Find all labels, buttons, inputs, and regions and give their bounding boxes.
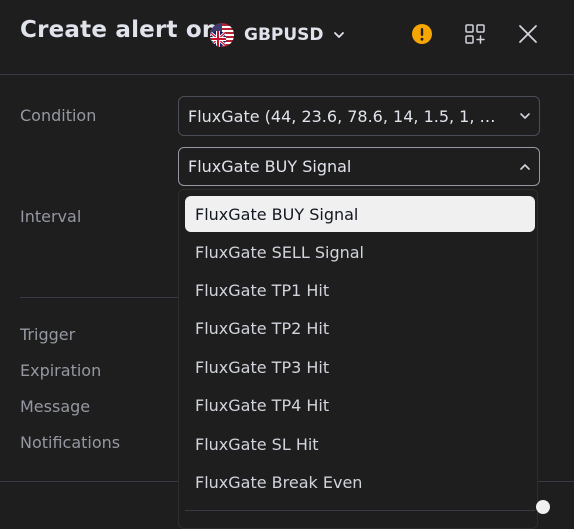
close-icon[interactable] <box>516 22 540 46</box>
signal-dropdown-list: FluxGate BUY Signal FluxGate SELL Signal… <box>178 189 538 529</box>
gb-us-flag-icon <box>210 23 234 47</box>
section-divider <box>20 297 180 298</box>
chevron-up-icon <box>511 160 539 174</box>
symbol-selector[interactable]: GBPUSD <box>210 22 346 48</box>
chevron-down-icon <box>332 28 346 42</box>
warning-icon[interactable] <box>410 22 434 46</box>
condition-select[interactable]: FluxGate (44, 23.6, 78.6, 14, 1.5, 1, 2,… <box>178 96 540 136</box>
add-widget-icon[interactable] <box>463 22 487 46</box>
dialog-header: Create alert on GBPUSD <box>0 0 574 74</box>
notifications-label: Notifications <box>20 433 121 452</box>
dropdown-option[interactable]: FluxGate TP3 Hit <box>185 349 535 385</box>
trigger-label: Trigger <box>20 325 76 344</box>
message-label: Message <box>20 397 91 416</box>
dropdown-option[interactable]: FluxGate TP4 Hit <box>185 387 535 423</box>
chevron-down-icon <box>511 109 539 123</box>
dropdown-option[interactable]: FluxGate SL Hit <box>185 426 535 462</box>
condition-label: Condition <box>20 106 97 125</box>
signal-select[interactable]: FluxGate BUY Signal <box>178 147 540 186</box>
dropdown-option[interactable]: FluxGate BUY Signal <box>185 196 535 232</box>
dialog-title: Create alert on <box>20 17 219 43</box>
header-divider <box>0 74 574 75</box>
expiration-label: Expiration <box>20 361 102 380</box>
interval-label: Interval <box>20 207 82 226</box>
symbol-label: GBPUSD <box>244 25 324 45</box>
dropdown-option[interactable]: FluxGate TP2 Hit <box>185 310 535 346</box>
dropdown-option[interactable]: FluxGate Break Even <box>185 464 535 500</box>
partial-button[interactable] <box>536 500 550 514</box>
dropdown-divider <box>185 510 535 511</box>
condition-select-value: FluxGate (44, 23.6, 78.6, 14, 1.5, 1, 2,… <box>188 106 511 126</box>
signal-select-value: FluxGate BUY Signal <box>188 157 352 176</box>
dropdown-option[interactable]: FluxGate SELL Signal <box>185 234 535 270</box>
dropdown-option[interactable]: FluxGate TP1 Hit <box>185 272 535 308</box>
